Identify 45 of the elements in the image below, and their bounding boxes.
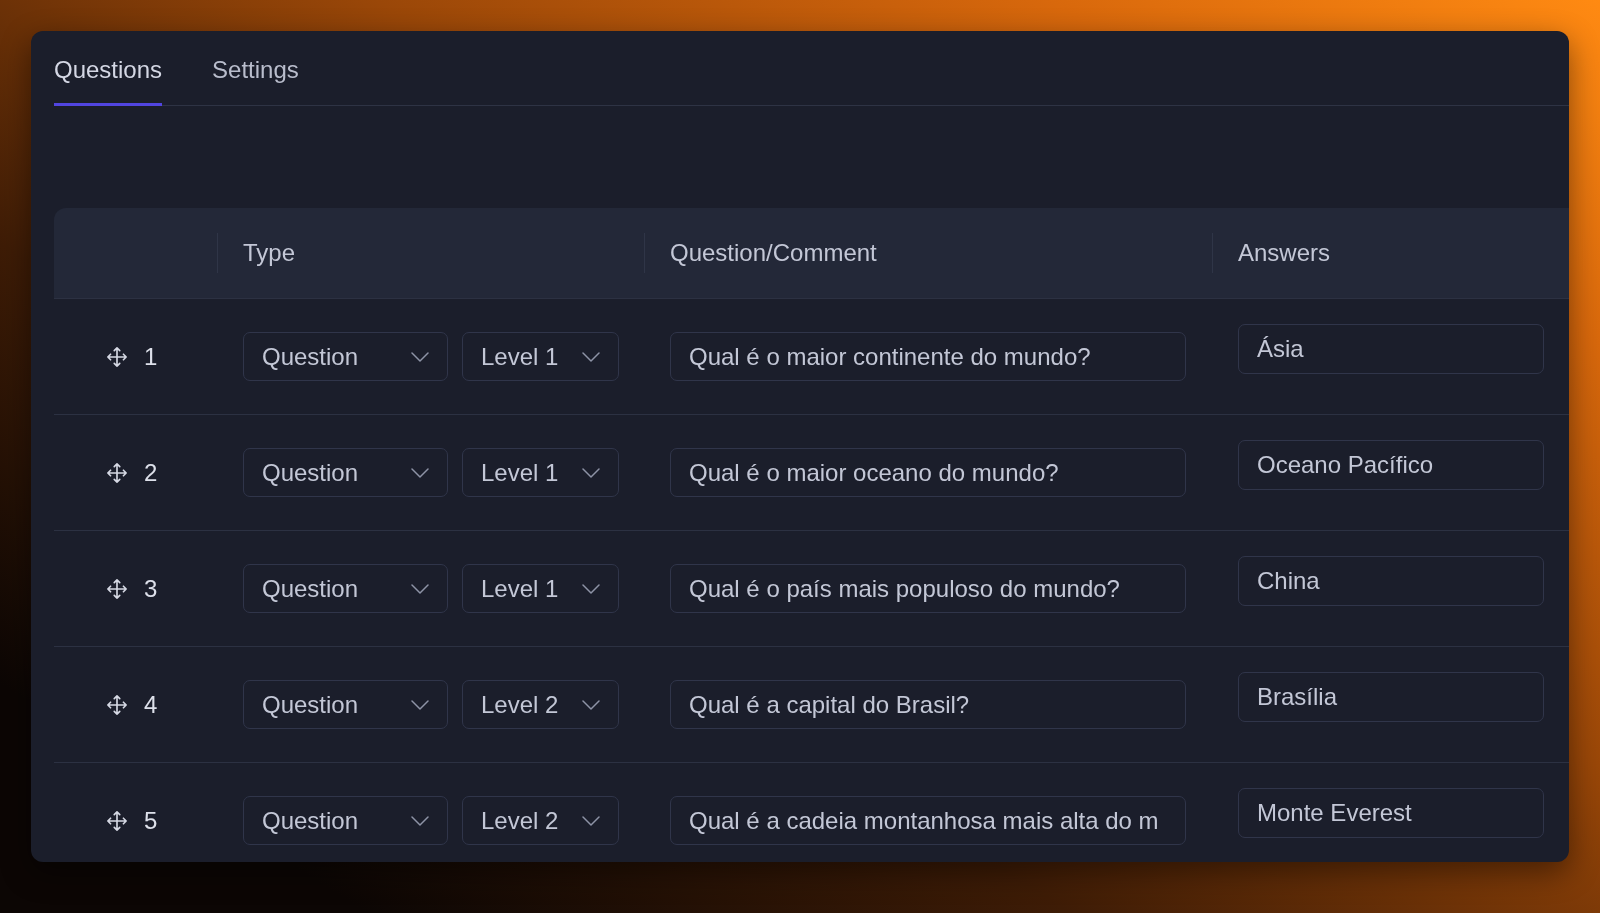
row-number: 5	[144, 806, 158, 835]
answer-field[interactable]: Brasília	[1238, 672, 1544, 722]
question-field[interactable]: Qual é o país mais populoso do mundo?	[670, 564, 1186, 613]
column-header: Answers	[1238, 239, 1331, 267]
level-select[interactable]: Level 1	[462, 564, 619, 613]
type-select[interactable]: Question	[243, 564, 448, 613]
column-header: Type	[243, 239, 296, 267]
type-select[interactable]: Question	[243, 448, 448, 497]
chevron-down-icon	[411, 815, 429, 826]
level-select[interactable]: Level 1	[462, 332, 619, 381]
move-icon[interactable]	[106, 693, 128, 716]
answer-field[interactable]: Oceano Pacífico	[1238, 440, 1544, 490]
chevron-down-icon	[411, 699, 429, 710]
move-icon[interactable]	[106, 577, 128, 600]
question-field[interactable]: Qual é o maior oceano do mundo?	[670, 448, 1186, 497]
row-number: 4	[144, 690, 158, 719]
chevron-down-icon	[582, 583, 600, 594]
level-select[interactable]: Level 2	[462, 680, 619, 729]
level-select[interactable]: Level 2	[462, 796, 619, 845]
row-number: 2	[144, 458, 158, 487]
chevron-down-icon	[582, 699, 600, 710]
answer-field[interactable]: Ásia	[1238, 324, 1544, 374]
move-icon[interactable]	[106, 461, 128, 484]
answer-field[interactable]: China	[1238, 556, 1544, 606]
row-number: 3	[144, 574, 158, 603]
tab[interactable]: Settings	[212, 51, 299, 106]
move-icon[interactable]	[106, 345, 128, 368]
chevron-down-icon	[582, 815, 600, 826]
type-select[interactable]: Question	[243, 796, 448, 845]
answer-field[interactable]: Monte Everest	[1238, 788, 1544, 838]
move-icon[interactable]	[106, 809, 128, 832]
question-field[interactable]: Qual é a cadeia montanhosa mais alta do m	[670, 796, 1186, 845]
chevron-down-icon	[582, 467, 600, 478]
question-field[interactable]: Qual é a capital do Brasil?	[670, 680, 1186, 729]
chevron-down-icon	[582, 351, 600, 362]
question-field[interactable]: Qual é o maior continente do mundo?	[670, 332, 1186, 381]
type-select[interactable]: Question	[243, 680, 448, 729]
column-header: Question/Comment	[670, 239, 877, 267]
tab[interactable]: Questions	[54, 51, 163, 106]
chevron-down-icon	[411, 351, 429, 362]
level-select[interactable]: Level 1	[462, 448, 619, 497]
type-select[interactable]: Question	[243, 332, 448, 381]
row-number: 1	[144, 342, 158, 371]
chevron-down-icon	[411, 583, 429, 594]
chevron-down-icon	[411, 467, 429, 478]
